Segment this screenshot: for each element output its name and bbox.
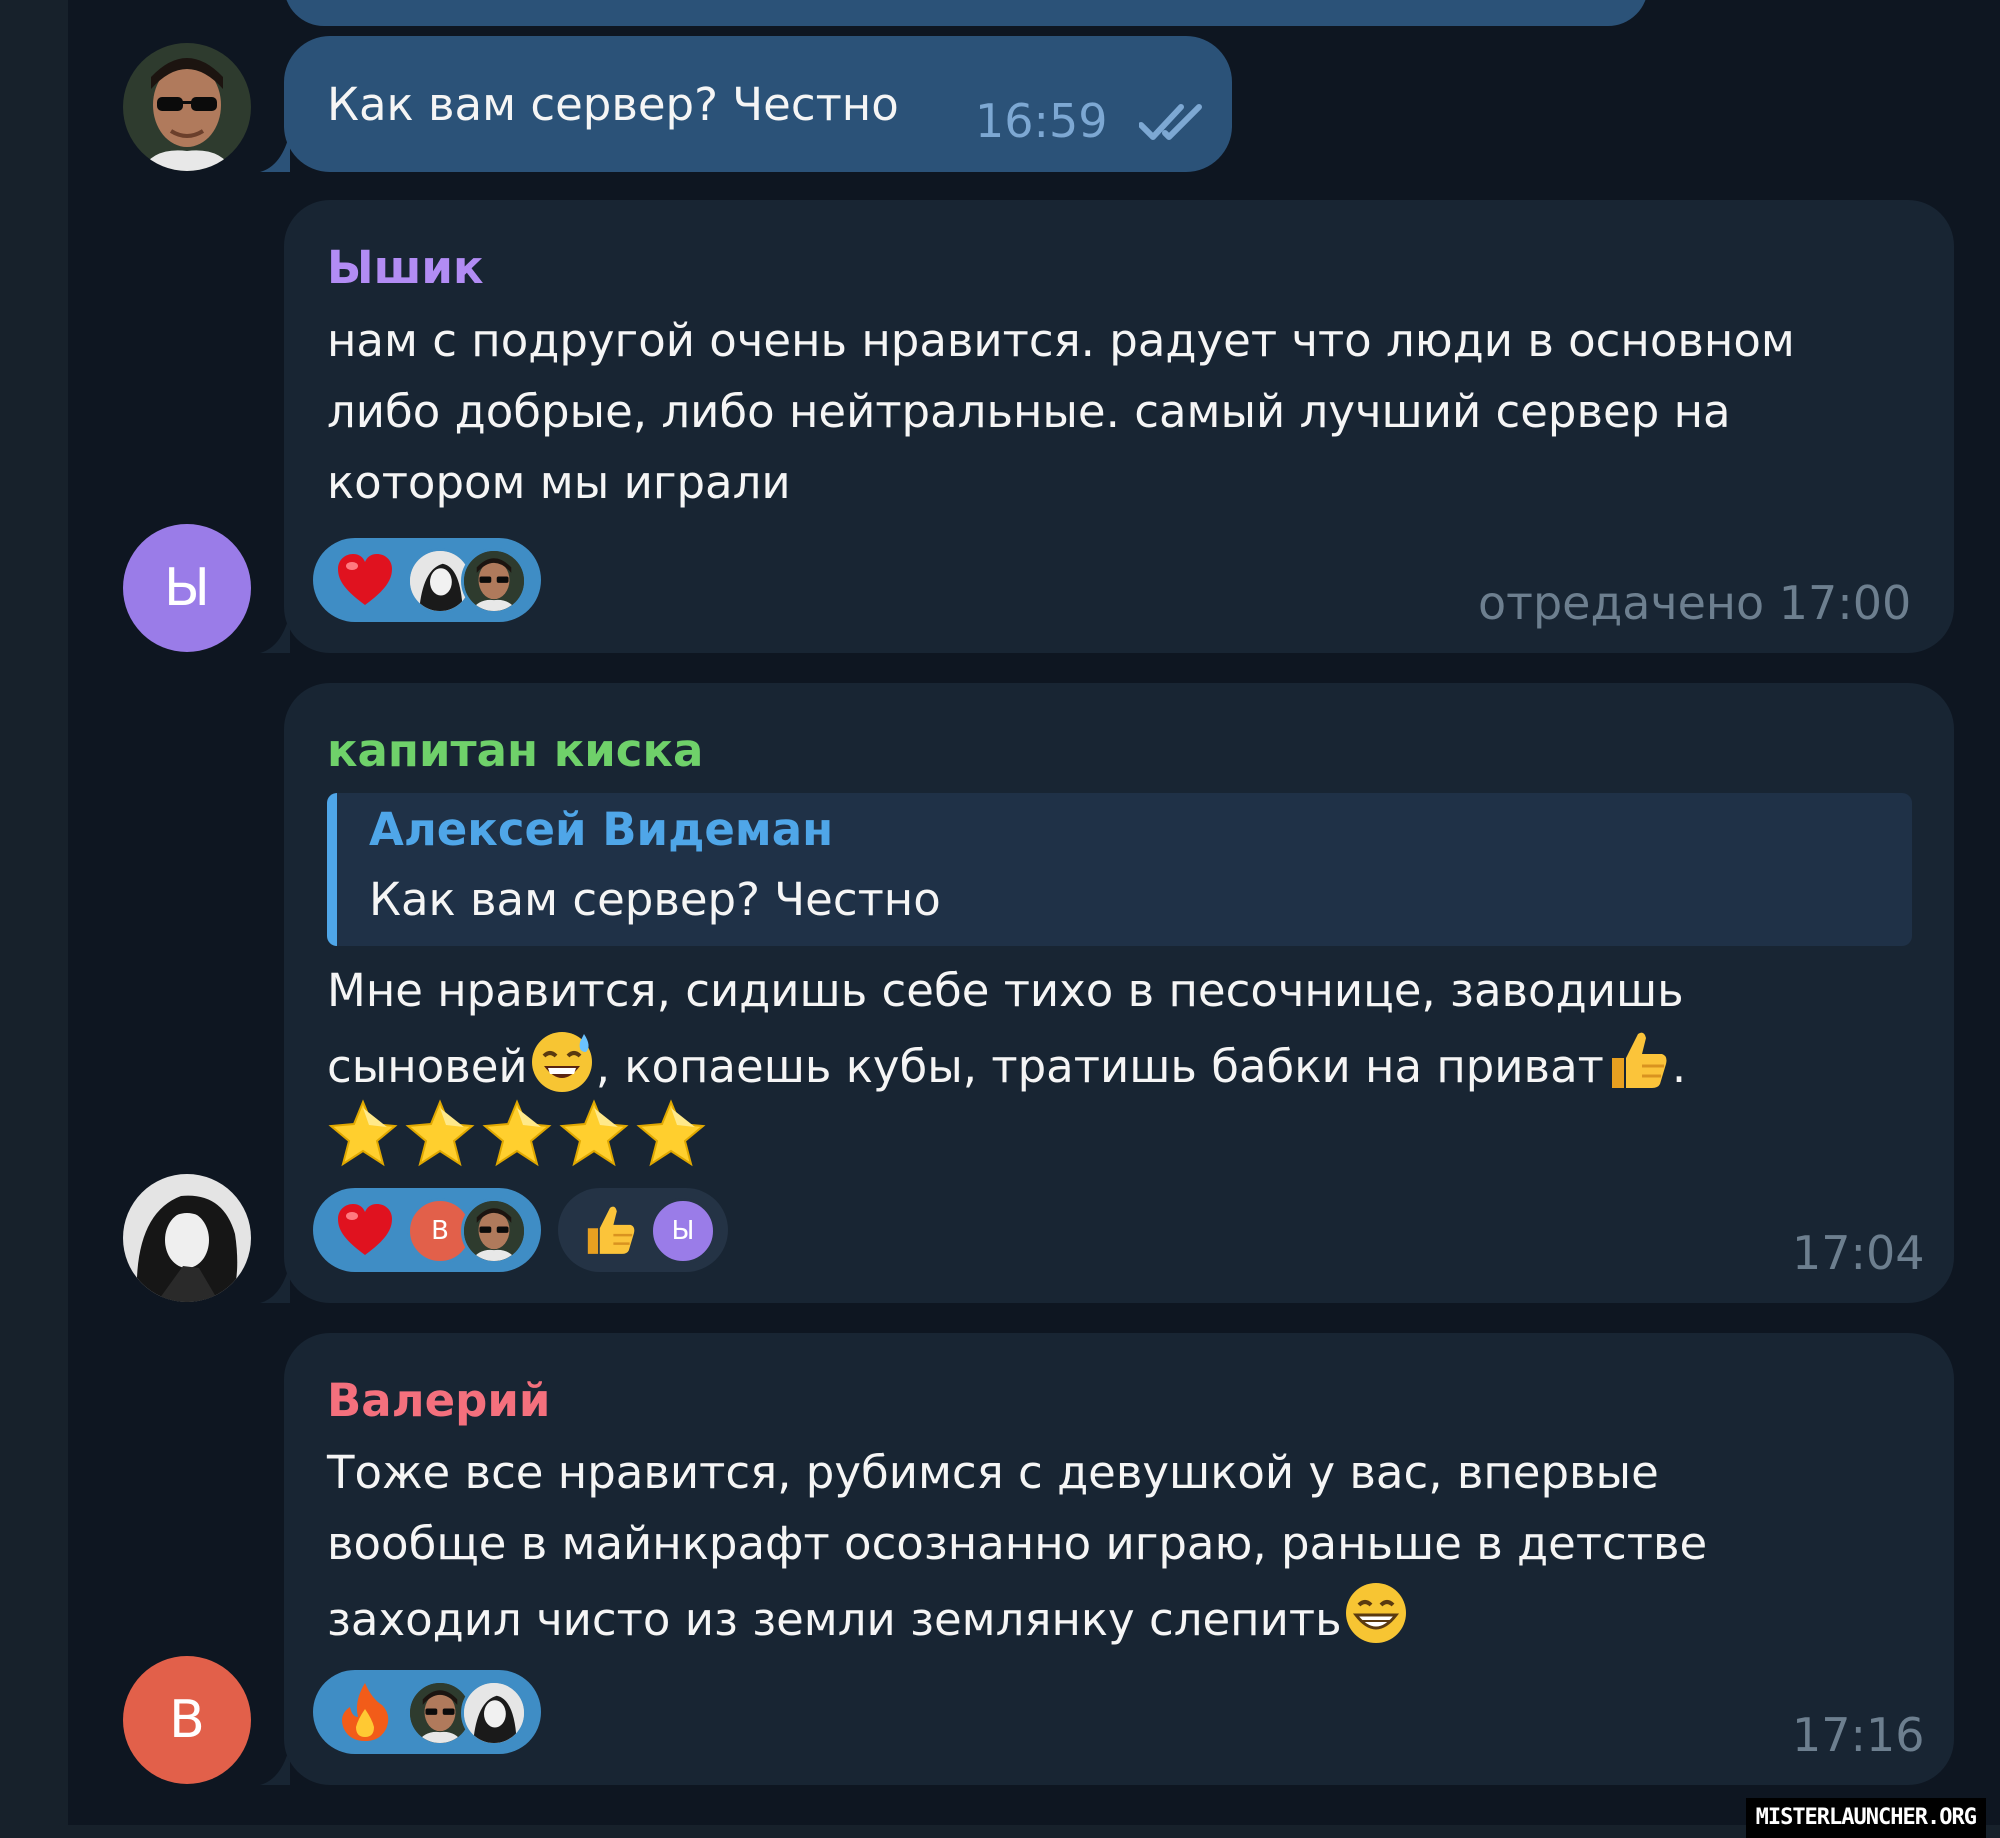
message-time: 17:04 [1792, 1226, 1925, 1280]
sender-name[interactable]: капитан киска [327, 721, 703, 781]
watermark-text: MISTERLAUNCHER.ORG [1755, 1805, 1977, 1830]
fire-icon [331, 1678, 399, 1746]
reply-accent-bar [327, 793, 337, 946]
reaction-fire[interactable] [313, 1670, 541, 1754]
message-text-segment: сыновей [327, 1040, 528, 1093]
message-text-line: вообще в майнкрафт осознанно играю, рань… [327, 1517, 1708, 1570]
avatar-sender-yshik[interactable]: Ы [123, 524, 251, 652]
reply-text: Как вам сервер? Честно [369, 873, 941, 926]
avatar-letter: В [169, 1690, 205, 1750]
heart-icon [331, 1196, 399, 1264]
reaction-user-avatar: Ы [650, 1198, 716, 1264]
reaction-user-letter: В [431, 1216, 449, 1246]
avatar-photo-sunglasses [123, 43, 251, 171]
star-emoji-icon [328, 1099, 398, 1167]
message-time: отредачено 17:00 [1478, 576, 1912, 630]
thumbs-up-emoji-icon [1604, 1026, 1672, 1114]
heart-icon [331, 546, 399, 614]
sender-name[interactable]: Ышик [327, 238, 484, 298]
message-text-segment: . [1671, 1040, 1687, 1093]
message-text-line: котором мы играли [327, 456, 791, 509]
avatar-sender-valeriy[interactable]: В [123, 1656, 251, 1784]
message-text-line: Тоже все нравится, рубимся с девушкой у … [327, 1446, 1659, 1499]
star-emoji-icon [559, 1099, 629, 1167]
double-check-icon [1139, 104, 1202, 140]
sender-name[interactable]: Валерий [327, 1371, 550, 1431]
thumbs-up-icon [576, 1196, 644, 1264]
avatar-letter: Ы [164, 558, 210, 618]
reaction-thumbs-up[interactable]: Ы [558, 1188, 728, 1272]
message-text-line: нам с подругой очень нравится. радует чт… [327, 314, 1795, 367]
watermark: MISTERLAUNCHER.ORG [1745, 1798, 1986, 1838]
message-text-line: Мне нравится, сидишь себе тихо в песочни… [327, 964, 1684, 1017]
avatar-photo-bw [123, 1174, 251, 1302]
bottom-edge [68, 1825, 2000, 1838]
avatar-sender-kapitan-kiska[interactable] [123, 1174, 251, 1302]
reaction-heart[interactable] [313, 538, 541, 622]
outgoing-message-time: 16:59 [975, 94, 1108, 148]
message-time: 17:16 [1792, 1708, 1925, 1762]
sidebar-edge [0, 0, 68, 1838]
message-text-segment: , копаешь кубы, тратишь бабки на приват [595, 1040, 1604, 1093]
star-emoji-icon [636, 1099, 706, 1167]
avatar-sender-alexey[interactable] [123, 43, 251, 171]
message-text-segment: заходил чисто из земли землянку слепить [327, 1593, 1342, 1646]
outgoing-message-text: Как вам сервер? Честно [327, 78, 899, 131]
reaction-heart[interactable]: В [313, 1188, 541, 1272]
reply-author: Алексей Видеман [369, 803, 834, 856]
star-emoji-icon [405, 1099, 475, 1167]
reaction-user-letter: Ы [671, 1216, 695, 1246]
previous-message-bubble[interactable] [284, 0, 1648, 26]
reaction-user-avatar [461, 1680, 527, 1746]
message-text-line: либо добрые, либо нейтральные. самый луч… [327, 385, 1731, 438]
reaction-user-avatar [461, 548, 527, 614]
star-emoji-icon [482, 1099, 552, 1167]
reply-quote[interactable]: Алексей Видеман Как вам сервер? Честно [327, 793, 1912, 946]
message-text-line-3: заходил чисто из земли землянку слепить [327, 1579, 1410, 1667]
grinning-emoji-icon [1342, 1579, 1410, 1667]
reaction-user-avatar [461, 1198, 527, 1264]
